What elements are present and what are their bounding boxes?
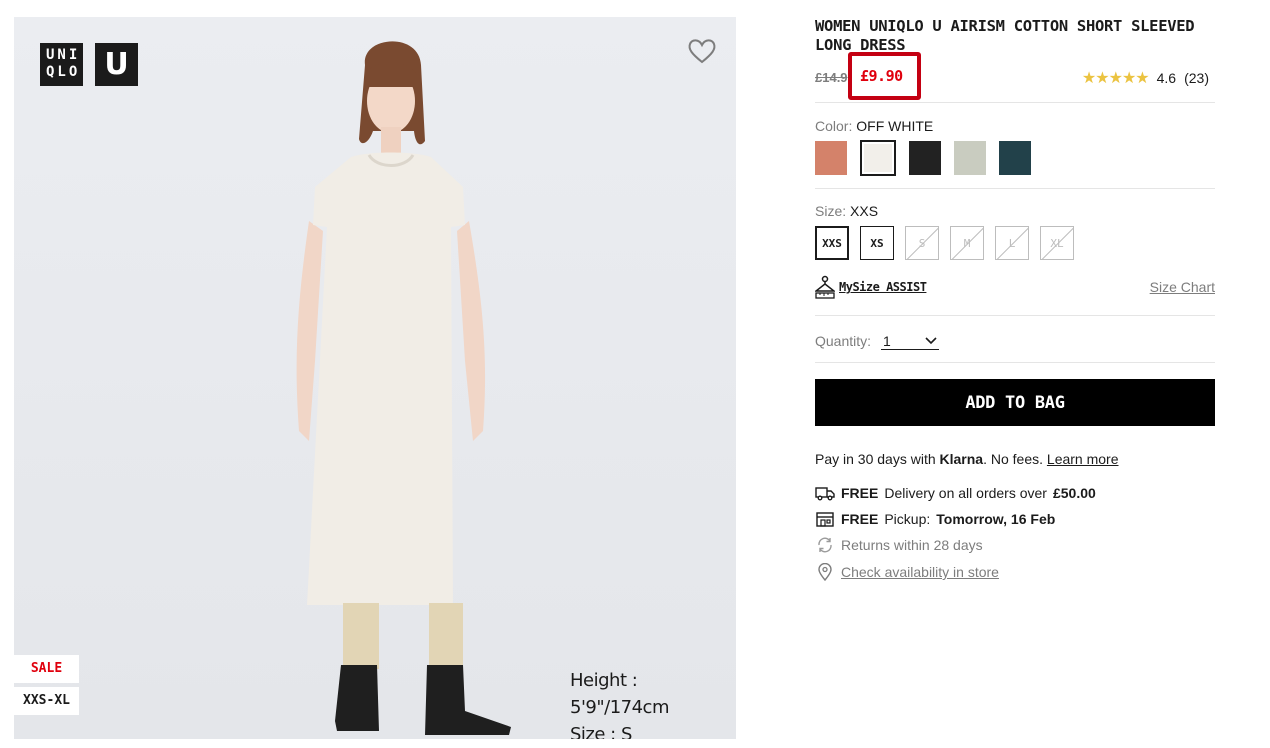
returns-info: Returns within 28 days (815, 536, 983, 554)
add-to-bag-button[interactable]: ADD TO BAG (815, 379, 1215, 426)
color-swatch-dark-teal[interactable] (999, 141, 1031, 175)
original-price: £14.9 (815, 70, 848, 85)
product-details-panel: WOMEN UNIQLO U AIRISM COTTON SHORT SLEEV… (815, 17, 1215, 581)
uniqlo-logo: UNI QLO (40, 43, 83, 86)
divider (815, 188, 1215, 189)
size-option-xxs[interactable]: XXS (815, 226, 849, 260)
mysize-assist-link[interactable]: MySize ASSIST (815, 275, 927, 299)
sale-tag: SALE (14, 655, 79, 683)
color-swatches (815, 140, 1031, 176)
klarna-brand: Klarna (939, 451, 984, 467)
size-option-xs[interactable]: XS (860, 226, 894, 260)
color-swatch-light-sage[interactable] (954, 141, 986, 175)
size-option-m[interactable]: M (950, 226, 984, 260)
sale-price: £9.90 (860, 67, 903, 85)
pickup-date: Tomorrow, 16 Feb (936, 511, 1056, 527)
mysize-assist-label[interactable]: MySize ASSIST (839, 280, 927, 294)
price-row: £14.9 £9.90 ★★★★★ 4.6 (23) (815, 52, 1215, 100)
size-option-s[interactable]: S (905, 226, 939, 260)
quantity-select[interactable]: 1 (881, 332, 940, 350)
selected-size: XXS (850, 203, 879, 219)
model-caption: Height : 5'9"/174cm Size : S (570, 667, 736, 739)
store-icon (816, 512, 834, 527)
product-image-gallery[interactable]: UNI QLO U Height : 5'9"/174cm Size : S SA… (14, 17, 736, 739)
selected-color: OFF WHITE (856, 118, 934, 134)
size-option-xl[interactable]: XL (1040, 226, 1074, 260)
star-rating-icon: ★★★★★ (1081, 70, 1150, 87)
quantity-row: Quantity: 1 (815, 332, 940, 350)
store-availability-info: Check availability in store (815, 563, 999, 581)
size-range-tag: XXS-XL (14, 687, 79, 715)
truck-icon (815, 487, 835, 501)
check-availability-link[interactable]: Check availability in store (841, 564, 999, 580)
delivery-threshold: £50.00 (1052, 485, 1096, 501)
size-options: XXS XS S M L XL (815, 226, 1074, 260)
klarna-info: Pay in 30 days with Klarna. No fees. Lea… (815, 451, 1119, 467)
hanger-ruler-icon (815, 275, 835, 299)
color-swatch-terracotta[interactable] (815, 141, 847, 175)
color-swatch-off-white[interactable] (860, 140, 896, 176)
quantity-label: Quantity: (815, 333, 872, 349)
product-title: WOMEN UNIQLO U AIRISM COTTON SHORT SLEEV… (815, 17, 1195, 54)
size-label: Size: XXS (815, 203, 879, 219)
color-swatch-black[interactable] (909, 141, 941, 175)
review-count[interactable]: (23) (1184, 70, 1209, 86)
pickup-info: FREE Pickup: Tomorrow, 16 Feb (815, 510, 1055, 528)
location-pin-icon (818, 563, 832, 581)
model-size: Size : S (570, 724, 632, 739)
size-option-l[interactable]: L (995, 226, 1029, 260)
chevron-down-icon (925, 336, 937, 344)
divider (815, 315, 1215, 316)
learn-more-link[interactable]: Learn more (1047, 451, 1119, 467)
delivery-info: FREE Delivery on all orders over £50.00 (815, 484, 1096, 502)
divider (815, 362, 1215, 363)
returns-icon (818, 537, 832, 553)
size-chart-link[interactable]: Size Chart (1150, 279, 1215, 295)
uniqlo-u-logo: U (95, 43, 138, 86)
product-photo-model (296, 41, 511, 735)
divider (815, 102, 1215, 103)
heart-icon[interactable] (686, 35, 718, 67)
model-height: Height : 5'9"/174cm (570, 670, 669, 718)
rating-summary[interactable]: ★★★★★ 4.6 (23) (1082, 68, 1209, 88)
sale-price-highlight: £9.90 (848, 52, 921, 100)
quantity-value: 1 (883, 332, 891, 349)
rating-value: 4.6 (1156, 70, 1177, 86)
color-label: Color: OFF WHITE (815, 118, 934, 134)
